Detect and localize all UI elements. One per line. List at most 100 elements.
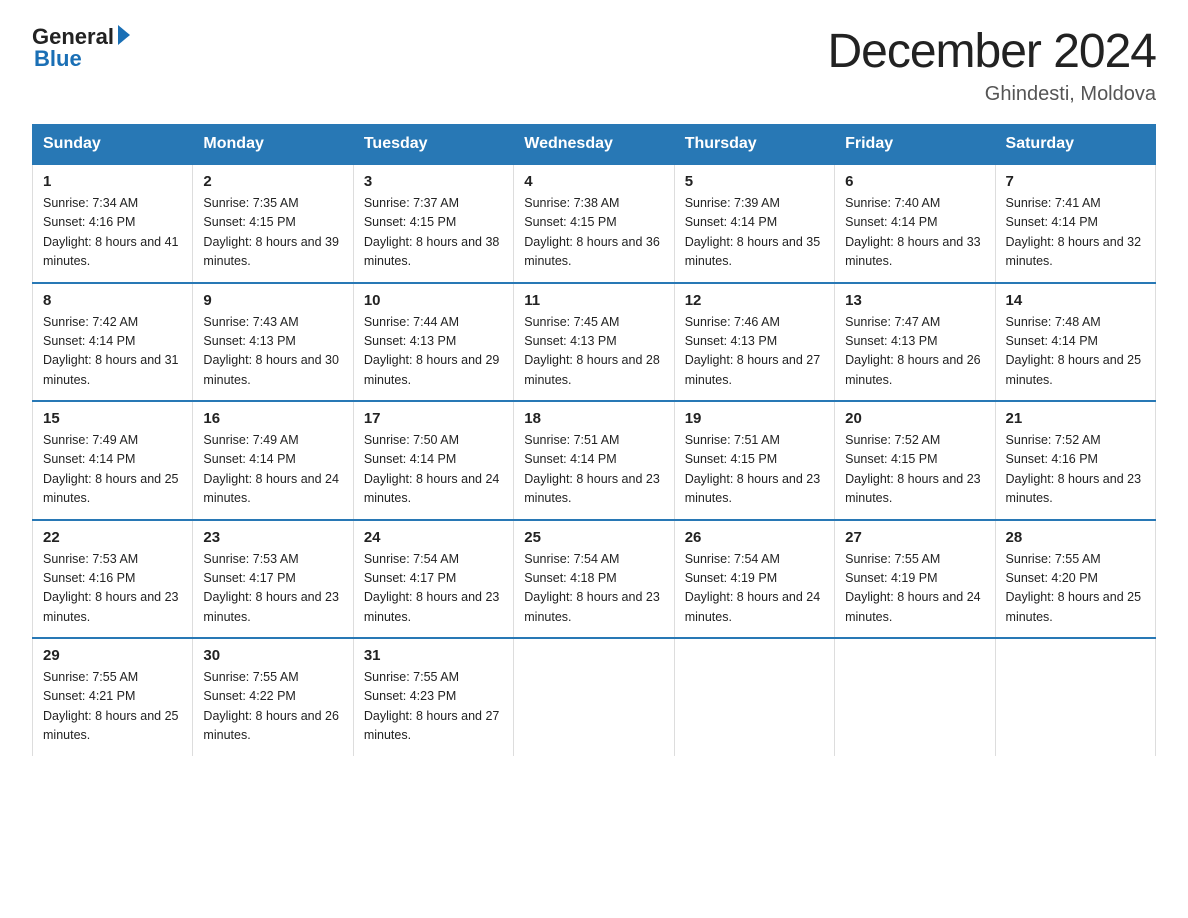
day-number: 20 [845,410,984,427]
day-number: 1 [43,173,182,190]
day-info: Sunrise: 7:45 AMSunset: 4:13 PMDaylight:… [524,313,663,391]
day-number: 22 [43,529,182,546]
day-number: 26 [685,529,824,546]
day-number: 4 [524,173,663,190]
day-number: 15 [43,410,182,427]
column-header-monday: Monday [193,125,353,165]
day-info: Sunrise: 7:54 AMSunset: 4:18 PMDaylight:… [524,550,663,628]
day-info: Sunrise: 7:52 AMSunset: 4:15 PMDaylight:… [845,431,984,509]
calendar-cell: 26 Sunrise: 7:54 AMSunset: 4:19 PMDayligh… [674,520,834,639]
calendar-cell: 2 Sunrise: 7:35 AMSunset: 4:15 PMDaylight… [193,164,353,283]
calendar-cell: 28Sunrise: 7:55 AMSunset: 4:20 PMDayligh… [995,520,1155,639]
calendar-cell: 22Sunrise: 7:53 AMSunset: 4:16 PMDayligh… [33,520,193,639]
day-number: 8 [43,292,182,309]
calendar-cell: 9 Sunrise: 7:43 AMSunset: 4:13 PMDaylight… [193,283,353,402]
calendar-cell: 24 Sunrise: 7:54 AMSunset: 4:17 PMDayligh… [353,520,513,639]
calendar-cell: 6 Sunrise: 7:40 AMSunset: 4:14 PMDaylight… [835,164,995,283]
day-info: Sunrise: 7:48 AMSunset: 4:14 PMDaylight:… [1006,313,1145,391]
day-number: 9 [203,292,342,309]
calendar-cell: 19 Sunrise: 7:51 AMSunset: 4:15 PMDayligh… [674,401,834,520]
day-number: 18 [524,410,663,427]
logo: General Blue [32,24,130,72]
calendar-week-row: 15 Sunrise: 7:49 AMSunset: 4:14 PMDayligh… [33,401,1156,520]
calendar-week-row: 29 Sunrise: 7:55 AMSunset: 4:21 PMDayligh… [33,638,1156,756]
calendar-cell: 11 Sunrise: 7:45 AMSunset: 4:13 PMDayligh… [514,283,674,402]
column-header-saturday: Saturday [995,125,1155,165]
calendar-cell: 4 Sunrise: 7:38 AMSunset: 4:15 PMDaylight… [514,164,674,283]
day-info: Sunrise: 7:55 AMSunset: 4:19 PMDaylight:… [845,550,984,628]
day-number: 12 [685,292,824,309]
day-info: Sunrise: 7:34 AMSunset: 4:16 PMDaylight:… [43,194,182,272]
calendar-cell: 15 Sunrise: 7:49 AMSunset: 4:14 PMDayligh… [33,401,193,520]
day-number: 10 [364,292,503,309]
day-info: Sunrise: 7:49 AMSunset: 4:14 PMDaylight:… [203,431,342,509]
day-number: 30 [203,647,342,664]
day-info: Sunrise: 7:37 AMSunset: 4:15 PMDaylight:… [364,194,503,272]
calendar-cell [514,638,674,756]
day-info: Sunrise: 7:39 AMSunset: 4:14 PMDaylight:… [685,194,824,272]
day-number: 5 [685,173,824,190]
calendar-table: SundayMondayTuesdayWednesdayThursdayFrid… [32,124,1156,756]
calendar-cell: 8 Sunrise: 7:42 AMSunset: 4:14 PMDaylight… [33,283,193,402]
day-info: Sunrise: 7:35 AMSunset: 4:15 PMDaylight:… [203,194,342,272]
page-header: General Blue December 2024 Ghindesti, Mo… [32,24,1156,106]
day-info: Sunrise: 7:41 AMSunset: 4:14 PMDaylight:… [1006,194,1145,272]
day-info: Sunrise: 7:52 AMSunset: 4:16 PMDaylight:… [1006,431,1145,509]
day-info: Sunrise: 7:54 AMSunset: 4:17 PMDaylight:… [364,550,503,628]
day-info: Sunrise: 7:38 AMSunset: 4:15 PMDaylight:… [524,194,663,272]
calendar-cell: 21 Sunrise: 7:52 AMSunset: 4:16 PMDayligh… [995,401,1155,520]
calendar-body: 1 Sunrise: 7:34 AMSunset: 4:16 PMDaylight… [33,164,1156,756]
calendar-cell: 10 Sunrise: 7:44 AMSunset: 4:13 PMDayligh… [353,283,513,402]
calendar-cell: 16Sunrise: 7:49 AMSunset: 4:14 PMDayligh… [193,401,353,520]
calendar-cell: 1 Sunrise: 7:34 AMSunset: 4:16 PMDaylight… [33,164,193,283]
calendar-cell: 3 Sunrise: 7:37 AMSunset: 4:15 PMDaylight… [353,164,513,283]
day-info: Sunrise: 7:43 AMSunset: 4:13 PMDaylight:… [203,313,342,391]
day-number: 11 [524,292,663,309]
day-number: 25 [524,529,663,546]
day-info: Sunrise: 7:55 AMSunset: 4:21 PMDaylight:… [43,668,182,746]
calendar-header: SundayMondayTuesdayWednesdayThursdayFrid… [33,125,1156,165]
day-number: 6 [845,173,984,190]
calendar-cell: 23 Sunrise: 7:53 AMSunset: 4:17 PMDayligh… [193,520,353,639]
calendar-cell: 13Sunrise: 7:47 AMSunset: 4:13 PMDayligh… [835,283,995,402]
column-header-wednesday: Wednesday [514,125,674,165]
day-info: Sunrise: 7:55 AMSunset: 4:23 PMDaylight:… [364,668,503,746]
day-number: 29 [43,647,182,664]
calendar-week-row: 22Sunrise: 7:53 AMSunset: 4:16 PMDayligh… [33,520,1156,639]
day-number: 14 [1006,292,1145,309]
day-number: 13 [845,292,984,309]
day-info: Sunrise: 7:40 AMSunset: 4:14 PMDaylight:… [845,194,984,272]
day-number: 21 [1006,410,1145,427]
day-number: 2 [203,173,342,190]
day-number: 7 [1006,173,1145,190]
calendar-cell: 30 Sunrise: 7:55 AMSunset: 4:22 PMDayligh… [193,638,353,756]
month-title: December 2024 [827,24,1156,79]
day-number: 23 [203,529,342,546]
calendar-cell: 31 Sunrise: 7:55 AMSunset: 4:23 PMDayligh… [353,638,513,756]
title-block: December 2024 Ghindesti, Moldova [827,24,1156,106]
calendar-week-row: 8 Sunrise: 7:42 AMSunset: 4:14 PMDaylight… [33,283,1156,402]
day-number: 3 [364,173,503,190]
column-header-friday: Friday [835,125,995,165]
day-info: Sunrise: 7:42 AMSunset: 4:14 PMDaylight:… [43,313,182,391]
day-info: Sunrise: 7:49 AMSunset: 4:14 PMDaylight:… [43,431,182,509]
day-number: 31 [364,647,503,664]
day-info: Sunrise: 7:54 AMSunset: 4:19 PMDaylight:… [685,550,824,628]
day-info: Sunrise: 7:55 AMSunset: 4:22 PMDaylight:… [203,668,342,746]
calendar-cell: 29 Sunrise: 7:55 AMSunset: 4:21 PMDayligh… [33,638,193,756]
calendar-week-row: 1 Sunrise: 7:34 AMSunset: 4:16 PMDaylight… [33,164,1156,283]
day-number: 19 [685,410,824,427]
calendar-cell [835,638,995,756]
column-header-tuesday: Tuesday [353,125,513,165]
day-number: 24 [364,529,503,546]
day-info: Sunrise: 7:44 AMSunset: 4:13 PMDaylight:… [364,313,503,391]
calendar-cell [674,638,834,756]
day-info: Sunrise: 7:51 AMSunset: 4:15 PMDaylight:… [685,431,824,509]
day-info: Sunrise: 7:50 AMSunset: 4:14 PMDaylight:… [364,431,503,509]
calendar-cell: 7 Sunrise: 7:41 AMSunset: 4:14 PMDaylight… [995,164,1155,283]
calendar-cell: 17Sunrise: 7:50 AMSunset: 4:14 PMDayligh… [353,401,513,520]
calendar-cell [995,638,1155,756]
day-info: Sunrise: 7:53 AMSunset: 4:17 PMDaylight:… [203,550,342,628]
column-header-sunday: Sunday [33,125,193,165]
calendar-cell: 20 Sunrise: 7:52 AMSunset: 4:15 PMDayligh… [835,401,995,520]
